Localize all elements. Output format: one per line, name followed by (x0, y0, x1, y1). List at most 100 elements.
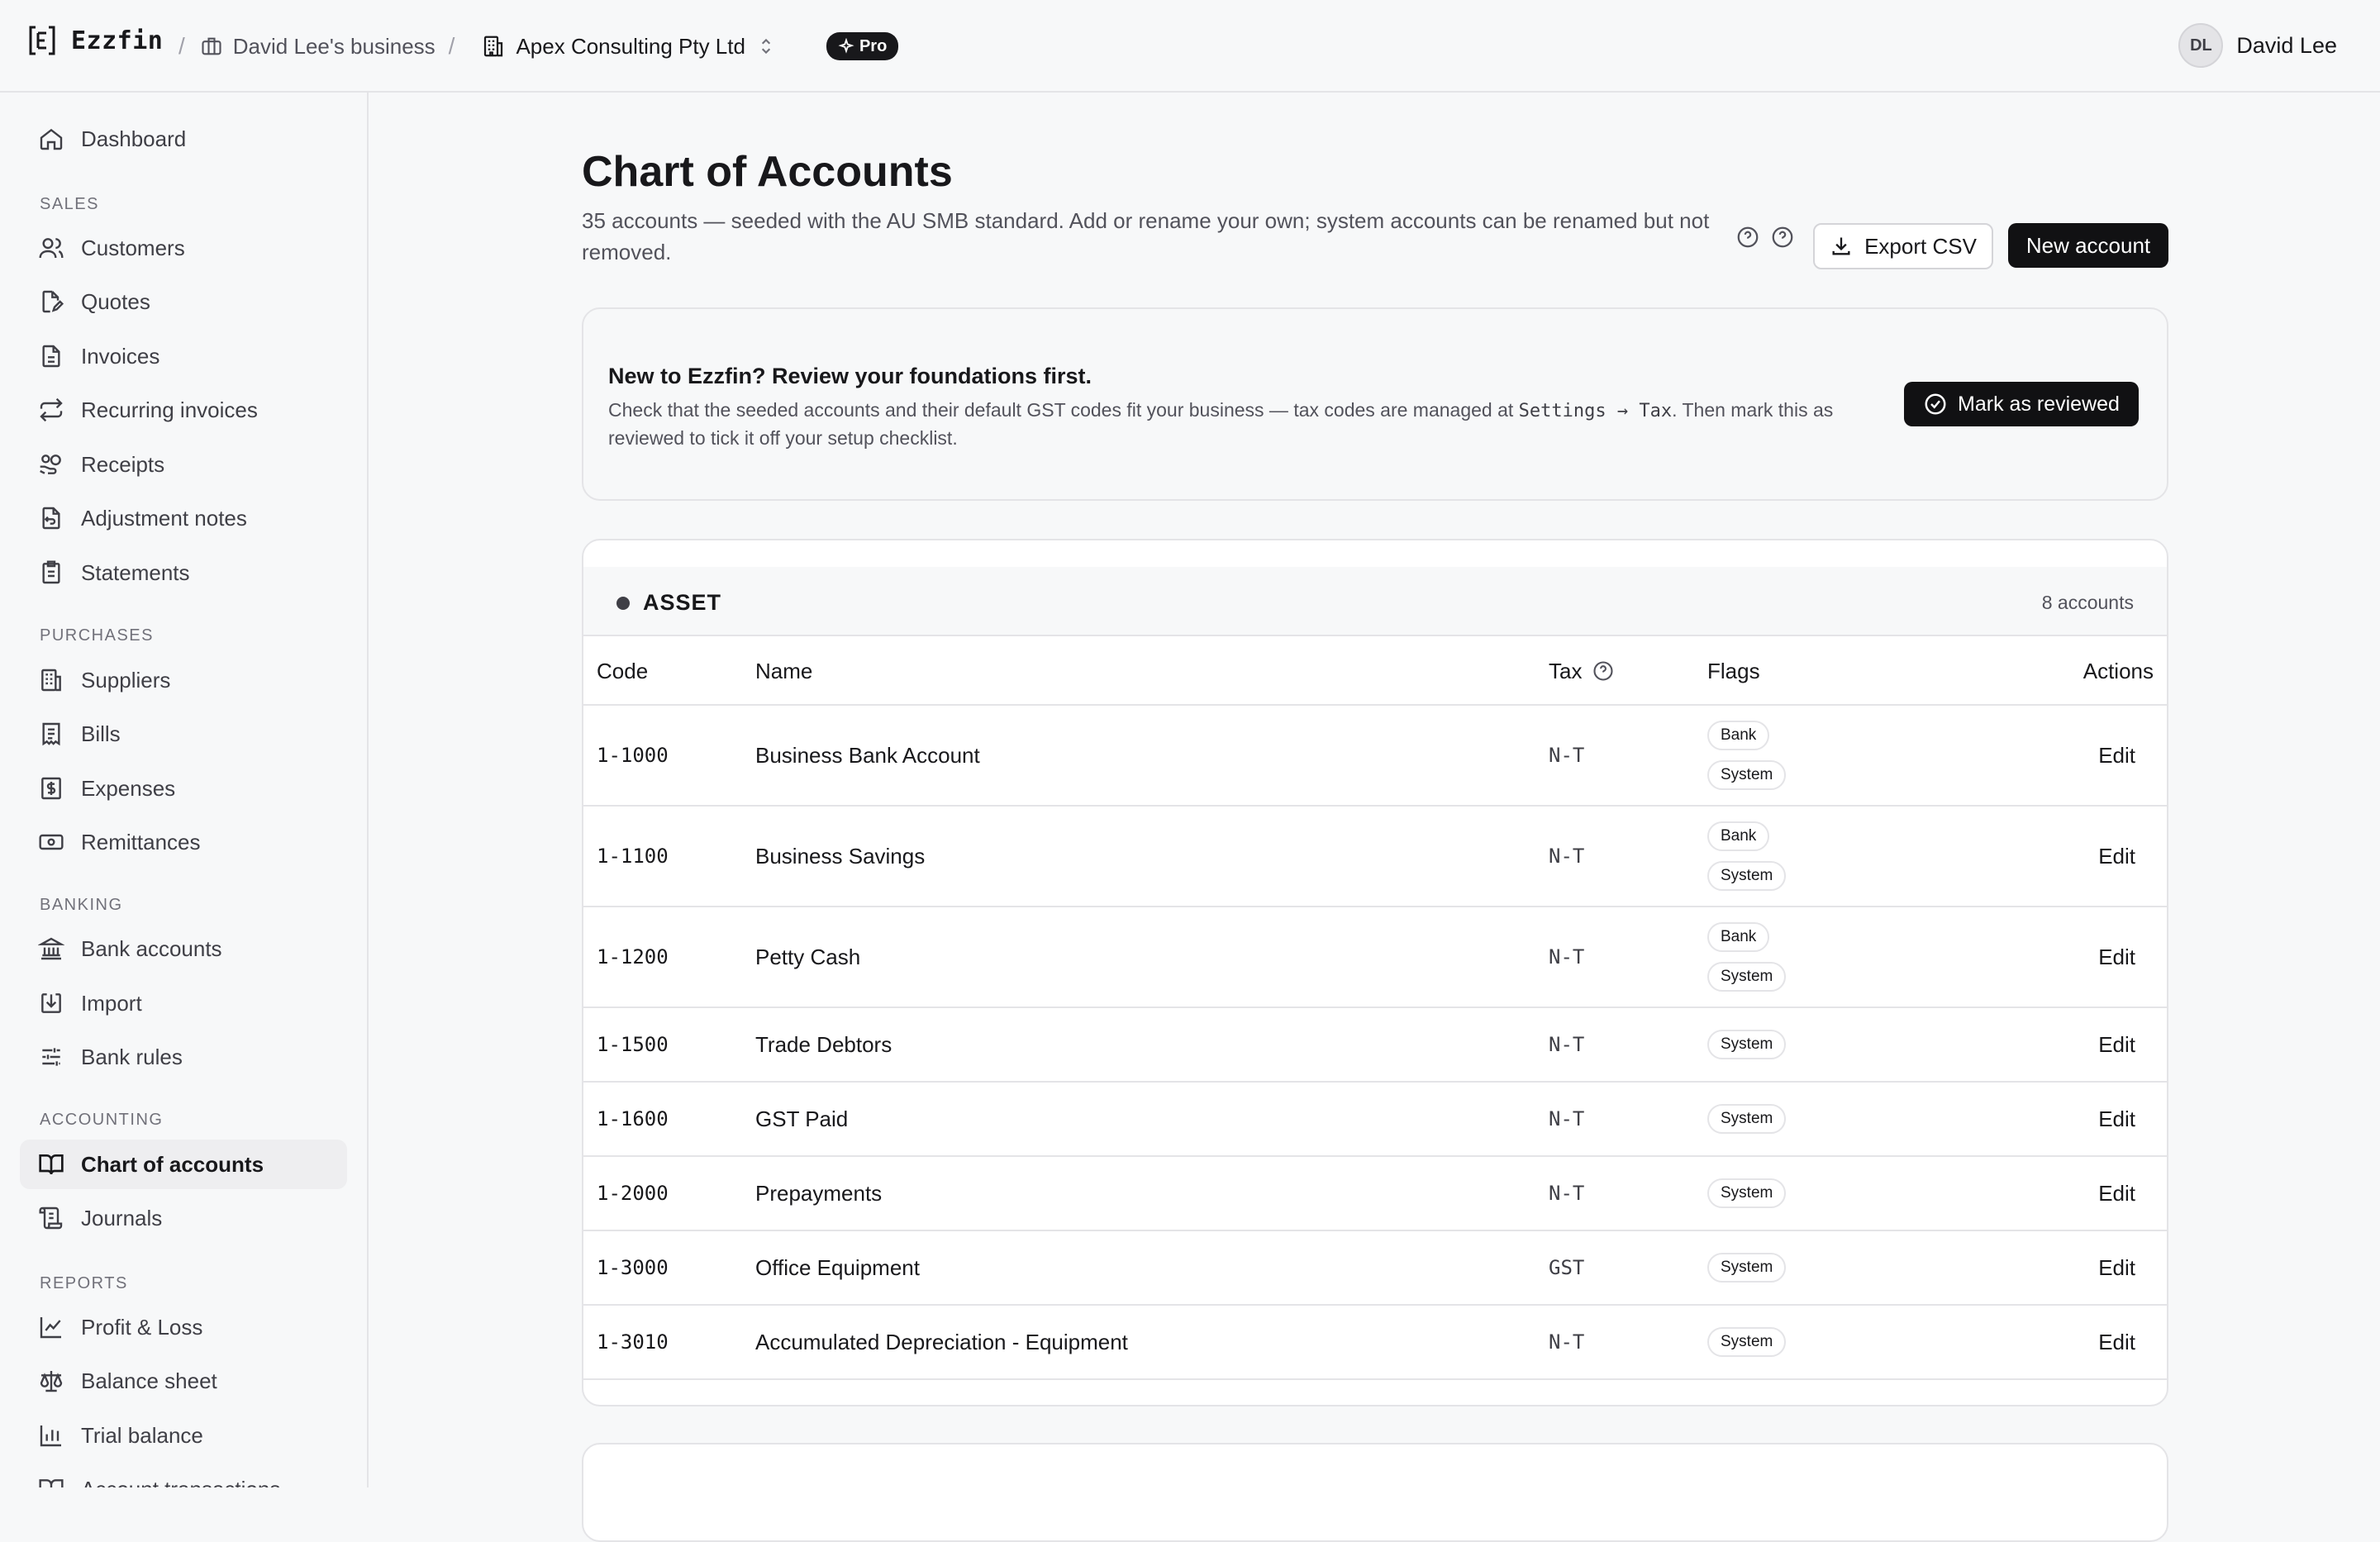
account-flags: System (1707, 1306, 1787, 1378)
account-name: Prepayments (755, 1180, 883, 1206)
edit-account-button[interactable]: Edit (2098, 1306, 2135, 1378)
repeat-icon (40, 397, 63, 422)
sidebar-section-banking: BANKING (40, 896, 123, 914)
table-row[interactable]: 1-1500 Trade Debtors N-T System Edit (583, 1008, 2167, 1083)
sidebar-item-recurring-invoices[interactable]: Recurring invoices (20, 385, 347, 435)
sidebar-item-label: Journals (81, 1205, 163, 1230)
sidebar-item-balance-sheet[interactable]: Balance sheet (20, 1356, 347, 1406)
column-header-tax[interactable]: Tax (1549, 636, 1615, 706)
sidebar-item-label: Expenses (81, 775, 176, 801)
table-row[interactable]: 1-3010 Accumulated Depreciation - Equipme… (583, 1306, 2167, 1380)
sidebar-item-label: Bank rules (81, 1044, 183, 1069)
table-row[interactable]: 1-1200 Petty Cash N-T Bank System Edit (583, 907, 2167, 1008)
sidebar-item-chart-of-accounts[interactable]: Chart of accounts (20, 1140, 347, 1189)
sidebar-item-invoices[interactable]: Invoices (20, 331, 347, 381)
receipt-icon (42, 722, 60, 746)
account-tax-code: N-T (1549, 1107, 1585, 1130)
table-row[interactable]: 1-1100 Business Savings N-T Bank System Edit (583, 807, 2167, 907)
brand[interactable]: Ezzfin (28, 25, 163, 56)
account-tax-code: N-T (1549, 945, 1585, 969)
column-header-name[interactable]: Name (755, 636, 812, 706)
user-menu[interactable]: DL David Lee (2178, 23, 2337, 68)
edit-account-button[interactable]: Edit (2098, 706, 2135, 805)
sidebar-item-remittances[interactable]: Remittances (20, 817, 347, 867)
sidebar-item-suppliers[interactable]: Suppliers (20, 655, 347, 705)
table-row[interactable]: 1-2000 Prepayments N-T System Edit (583, 1157, 2167, 1231)
check-circle-icon (1925, 393, 1946, 415)
book-open-icon (39, 1154, 64, 1175)
help-circle-icon[interactable] (1770, 225, 1795, 250)
sidebar-item-label: Receipts (81, 451, 165, 477)
sidebar-item-receipts[interactable]: Receipts (20, 440, 347, 489)
flag-badge: System (1707, 1253, 1787, 1283)
table-header (583, 636, 2167, 706)
account-flags: Bank System (1707, 907, 1787, 1007)
sidebar-item-dashboard[interactable]: Dashboard (20, 114, 347, 164)
export-csv-label: Export CSV (1864, 233, 1977, 259)
company-name: Apex Consulting Pty Ltd (516, 33, 745, 59)
sidebar-item-bank-accounts[interactable]: Bank accounts (20, 924, 347, 973)
flag-badge: Bank (1707, 721, 1770, 750)
sidebar-item-profit-loss[interactable]: Profit & Loss (20, 1302, 347, 1352)
edit-account-button[interactable]: Edit (2098, 807, 2135, 906)
sidebar-item-label: Chart of accounts (81, 1151, 264, 1177)
notice-body-text: Check that the seeded accounts and their… (608, 399, 1519, 421)
account-code: 1-3000 (597, 1256, 669, 1279)
mark-as-reviewed-label: Mark as reviewed (1958, 392, 2120, 416)
edit-account-button[interactable]: Edit (2098, 1231, 2135, 1304)
sidebar-item-bills[interactable]: Bills (20, 709, 347, 759)
sliders-icon (42, 1048, 60, 1066)
sidebar-item-label: Remittances (81, 829, 201, 854)
brand-logo-icon (29, 26, 55, 55)
table-row[interactable]: 1-3000 Office Equipment GST System Edit (583, 1231, 2167, 1306)
sidebar-item-statements[interactable]: Statements (20, 548, 347, 597)
breadcrumb-business[interactable]: David Lee's business (200, 34, 436, 59)
column-header-tax-label: Tax (1549, 658, 1583, 683)
table-row[interactable]: 1-1600 GST Paid N-T System Edit (583, 1083, 2167, 1157)
avatar: DL (2178, 23, 2224, 68)
help-circle-icon[interactable] (1735, 225, 1760, 250)
account-group-header[interactable]: ASSET 8 accounts (583, 567, 2167, 636)
table-row[interactable]: 1-1000 Business Bank Account N-T Bank System… (583, 706, 2167, 807)
new-account-button[interactable]: New account (2008, 223, 2168, 268)
edit-account-button[interactable]: Edit (2098, 907, 2135, 1007)
sidebar-item-trial-balance[interactable]: Trial balance (20, 1411, 347, 1460)
account-code: 1-2000 (597, 1182, 669, 1205)
brand-name: Ezzfin (71, 26, 164, 55)
sidebar-item-journals[interactable]: Journals (20, 1193, 347, 1243)
column-header-code[interactable]: Code (597, 636, 648, 706)
sidebar-item-account-transactions[interactable]: Account transactions (20, 1464, 347, 1487)
export-csv-button[interactable]: Export CSV (1813, 223, 1993, 269)
flag-badge: System (1707, 861, 1787, 891)
company-switcher[interactable]: Apex Consulting Pty Ltd (481, 34, 777, 59)
edit-account-button[interactable]: Edit (2098, 1008, 2135, 1081)
account-code: 1-1200 (597, 945, 669, 969)
sidebar-item-customers[interactable]: Customers (20, 223, 347, 273)
account-tax-code: N-T (1549, 1033, 1585, 1056)
sidebar-item-quotes[interactable]: Quotes (20, 277, 347, 326)
edit-account-button[interactable]: Edit (2098, 1157, 2135, 1230)
sidebar-item-label: Account transactions (81, 1477, 280, 1488)
sidebar-section-reports: REPORTS (40, 1274, 128, 1292)
account-flags: System (1707, 1083, 1787, 1155)
dollar-square-icon (41, 777, 61, 800)
account-name: Office Equipment (755, 1254, 920, 1280)
file-undo-icon (42, 507, 60, 530)
book-icon (39, 1479, 64, 1487)
onboarding-notice: New to Ezzfin? Review your foundations f… (582, 307, 2168, 501)
sidebar-item-adjustment-notes[interactable]: Adjustment notes (20, 493, 347, 543)
page-subtitle: 35 accounts — seeded with the AU SMB sta… (582, 208, 1710, 264)
edit-account-button[interactable]: Edit (2098, 1083, 2135, 1155)
account-name: Accumulated Depreciation - Equipment (755, 1329, 1128, 1354)
group-count: 8 accounts (2041, 592, 2134, 613)
flag-badge: System (1707, 1327, 1787, 1357)
mark-as-reviewed-button[interactable]: Mark as reviewed (1904, 382, 2139, 426)
notice-body: Check that the seeded accounts and their… (608, 397, 1848, 451)
sidebar-item-expenses[interactable]: Expenses (20, 764, 347, 813)
sidebar-item-import[interactable]: Import (20, 978, 347, 1028)
help-circle-icon[interactable] (1592, 659, 1615, 683)
plan-badge: Pro (826, 32, 899, 60)
sidebar-item-bank-rules[interactable]: Bank rules (20, 1032, 347, 1082)
accounts-table-card: ASSET 8 accounts Code Name Tax Flags Act… (582, 539, 2168, 1406)
help-icons (1735, 225, 1795, 250)
